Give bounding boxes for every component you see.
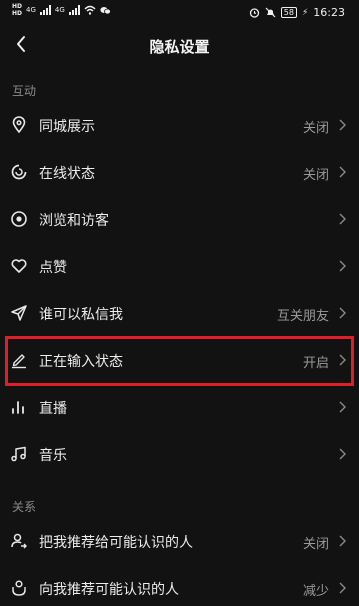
online-status-icon (11, 164, 27, 180)
row-live[interactable]: 直播 (0, 384, 359, 431)
live-bars-icon (12, 401, 24, 414)
chevron-right-icon (339, 166, 346, 178)
status-bar: HD HD 4G 4G 58 ⚡ 16:23 (0, 0, 359, 26)
row-recommend-to-me[interactable]: 向我推荐可能认识的人 减少 (0, 565, 359, 606)
chevron-right-icon (339, 260, 346, 272)
chevron-right-icon (339, 401, 346, 413)
network-type-1: 4G (26, 6, 36, 14)
section-header-interaction: 互动 (12, 84, 37, 98)
chevron-right-icon (339, 307, 346, 319)
row-value: 减少 (302, 584, 329, 599)
row-label: 在线状态 (39, 166, 95, 182)
row-value: 关闭 (302, 168, 329, 183)
row-browse-visitors[interactable]: 浏览和访客 (0, 196, 359, 243)
chevron-right-icon (339, 535, 346, 547)
signal-icon-2 (68, 5, 80, 15)
row-label: 点赞 (39, 260, 67, 276)
network-type-2: 4G (54, 6, 65, 14)
user-link-icon (12, 580, 26, 596)
heart-icon (11, 259, 27, 273)
mute-icon (265, 7, 276, 18)
row-label: 谁可以私信我 (39, 307, 123, 323)
row-online-status[interactable]: 在线状态 关闭 (0, 149, 359, 196)
wifi-icon (84, 5, 96, 15)
row-who-can-dm[interactable]: 谁可以私信我 互关朋友 (0, 290, 359, 337)
row-nearby-display[interactable]: 同城展示 关闭 (0, 102, 359, 149)
row-value: 互关朋友 (276, 309, 329, 324)
section-header-relations: 关系 (12, 500, 37, 514)
row-music[interactable]: 音乐 (0, 431, 359, 478)
row-recommend-me[interactable]: 把我推荐给可能认识的人 关闭 (0, 518, 359, 565)
alarm-icon (249, 8, 259, 18)
music-note-icon (11, 446, 26, 462)
row-value: 关闭 (302, 121, 329, 136)
row-label: 音乐 (39, 448, 67, 464)
nav-bar: 隐私设置 (0, 26, 359, 66)
row-label: 把我推荐给可能认识的人 (39, 535, 193, 551)
wechat-icon (100, 6, 111, 14)
chevron-right-icon (339, 213, 346, 225)
row-likes[interactable]: 点赞 (0, 243, 359, 290)
clock: 16:23 (313, 6, 345, 19)
user-recommend-icon (11, 533, 27, 549)
send-icon (11, 305, 27, 321)
row-value: 关闭 (302, 537, 329, 552)
row-label: 同城展示 (39, 119, 95, 135)
page-title: 隐私设置 (149, 38, 210, 56)
battery-icon: 58 (280, 7, 297, 18)
charging-icon: ⚡ (301, 7, 309, 18)
eye-icon (11, 211, 27, 227)
signal-icon (39, 5, 51, 15)
highlight-box (5, 336, 354, 386)
hd-indicator: HD HD (12, 3, 23, 17)
chevron-right-icon (339, 119, 346, 131)
chevron-right-icon (339, 582, 346, 594)
row-label: 直播 (39, 401, 67, 417)
chevron-right-icon (339, 448, 346, 460)
row-label: 向我推荐可能认识的人 (39, 582, 179, 598)
location-pin-icon (12, 116, 26, 134)
row-label: 浏览和访客 (39, 213, 109, 229)
